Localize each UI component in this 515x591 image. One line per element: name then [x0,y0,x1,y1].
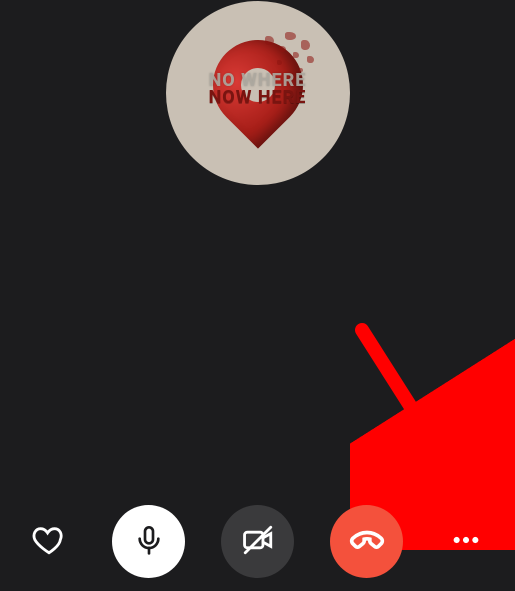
hangup-icon [347,520,387,563]
more-options-button[interactable] [439,514,493,568]
more-horizontal-icon [450,524,482,559]
caller-avatar: NO WHERE NOW HERE [166,1,350,185]
end-call-button[interactable] [330,505,403,578]
call-controls-bar [0,501,515,581]
react-button[interactable] [22,514,76,568]
toggle-video-button[interactable] [221,505,294,578]
microphone-icon [133,524,165,559]
video-off-icon [241,523,275,560]
avatar-text-line2: NOW HERE [209,89,307,105]
mute-button[interactable] [112,505,185,578]
heart-icon [32,523,66,560]
avatar-text: NO WHERE NOW HERE [209,73,307,105]
